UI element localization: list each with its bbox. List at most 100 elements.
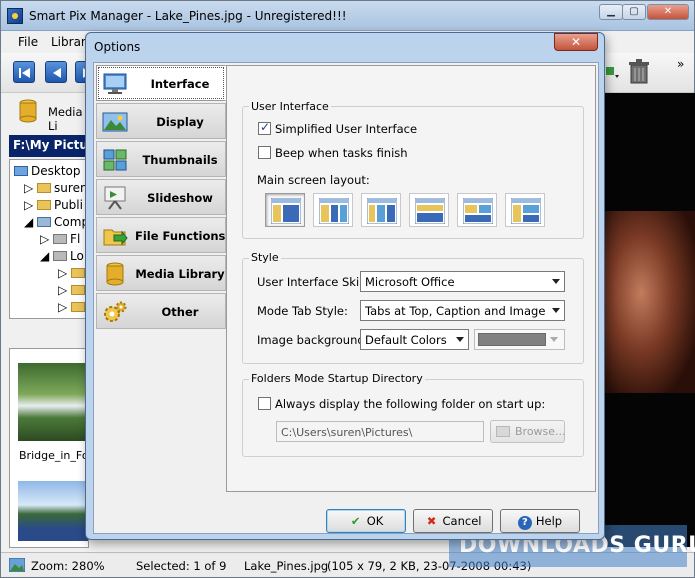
landscape-icon bbox=[102, 112, 128, 132]
folder-icon bbox=[496, 426, 510, 437]
background-color-select bbox=[474, 329, 565, 350]
folder-icon bbox=[71, 302, 86, 312]
startup-folder-input[interactable]: C:\Users\suren\Pictures\ bbox=[276, 421, 484, 442]
dialog-title: Options bbox=[94, 40, 141, 54]
chevron-down-icon bbox=[456, 337, 464, 342]
style-group: Style User Interface Skin: Microsoft Off… bbox=[242, 251, 584, 364]
media-library-row[interactable]: Media Li bbox=[9, 93, 89, 133]
layout-2-icon bbox=[319, 198, 349, 224]
tree-item-desktop[interactable]: Desktop bbox=[14, 164, 81, 178]
previous-button[interactable] bbox=[45, 61, 67, 83]
layout-option-2[interactable] bbox=[313, 193, 353, 227]
tree-item-subfolder[interactable]: ▷ bbox=[58, 300, 88, 314]
folders-title: Folders Mode Startup Directory bbox=[249, 372, 425, 385]
layout-6-icon bbox=[511, 198, 541, 224]
media-library-label: Media Li bbox=[48, 105, 83, 133]
tab-file-functions[interactable]: File Functions bbox=[96, 217, 226, 253]
thumbnail-image[interactable] bbox=[18, 363, 88, 441]
first-button[interactable] bbox=[13, 61, 35, 83]
tree-item-subfolder[interactable]: ▷ bbox=[58, 266, 88, 280]
tree-item-subfolder[interactable]: ▷ bbox=[58, 283, 88, 297]
folder-icon bbox=[71, 268, 86, 278]
folder-icon bbox=[37, 200, 52, 210]
previous-icon bbox=[53, 68, 61, 78]
layout-option-1[interactable] bbox=[265, 193, 305, 227]
background-select[interactable]: Default Colors bbox=[360, 329, 469, 350]
zoom-status: Zoom: 280% bbox=[31, 559, 105, 573]
file-name-status: Lake_Pines.jpg bbox=[244, 559, 329, 573]
drive-icon bbox=[53, 234, 68, 244]
toolbar-overflow-icon[interactable]: » bbox=[677, 57, 684, 71]
folder-arrow-icon bbox=[103, 229, 128, 246]
cross-icon: ✖ bbox=[426, 514, 437, 528]
tab-thumbnails[interactable]: Thumbnails bbox=[96, 141, 226, 177]
simplified-ui-checkbox[interactable] bbox=[258, 120, 271, 135]
layout-option-6[interactable] bbox=[505, 193, 545, 227]
layout-label: Main screen layout: bbox=[257, 173, 370, 187]
folder-icon bbox=[71, 285, 86, 295]
tab-style-select[interactable]: Tabs at Top, Caption and Image bbox=[360, 300, 565, 321]
help-button[interactable]: ? Help bbox=[500, 509, 580, 533]
chevron-down-icon bbox=[552, 279, 560, 284]
tab-media-library[interactable]: Media Library bbox=[96, 255, 226, 291]
tree-item-local[interactable]: ◢ Lo bbox=[40, 249, 84, 263]
tree-item-floppy[interactable]: ▷ Fl bbox=[40, 232, 80, 246]
layout-option-5[interactable] bbox=[457, 193, 497, 227]
drive-icon bbox=[53, 251, 68, 261]
trash-icon[interactable] bbox=[627, 59, 651, 85]
thumbnail-caption: Bridge_in_For bbox=[19, 449, 89, 462]
computer-icon bbox=[37, 217, 52, 227]
layout-option-4[interactable] bbox=[409, 193, 449, 227]
tab-display[interactable]: Display bbox=[96, 103, 226, 139]
color-swatch bbox=[478, 333, 546, 346]
database-icon bbox=[19, 99, 37, 123]
window-title: Smart Pix Manager - Lake_Pines.jpg - Unr… bbox=[29, 9, 347, 23]
desktop-icon bbox=[14, 166, 28, 176]
left-panel: Media Li F:\My Pictures Desktop ▷ suren … bbox=[9, 93, 89, 548]
cancel-button[interactable]: ✖ Cancel bbox=[413, 509, 493, 533]
current-path: F:\My Pictures bbox=[9, 135, 89, 157]
photo-preview bbox=[605, 211, 695, 393]
tab-other[interactable]: Other bbox=[96, 293, 226, 329]
layout-3-icon bbox=[367, 198, 397, 224]
minimize-button[interactable]: ▁ bbox=[599, 4, 623, 20]
always-display-checkbox[interactable] bbox=[258, 397, 271, 410]
tab-slideshow[interactable]: Slideshow bbox=[96, 179, 226, 215]
chevron-down-icon bbox=[552, 308, 560, 313]
tab-interface[interactable]: Interface bbox=[96, 65, 226, 101]
maximize-button[interactable]: ▢ bbox=[622, 4, 646, 20]
monitor-icon bbox=[103, 73, 127, 94]
layout-1-icon bbox=[271, 198, 301, 224]
tab-style-label: Mode Tab Style: bbox=[257, 304, 348, 318]
browse-button[interactable]: Browse... bbox=[490, 420, 566, 443]
dialog-body: Interface Display Thumbnails Slideshow F… bbox=[93, 62, 599, 534]
thumbnail-strip[interactable]: Bridge_in_For bbox=[9, 348, 89, 548]
beep-checkbox[interactable] bbox=[258, 146, 271, 159]
layout-5-icon bbox=[463, 198, 493, 224]
background-label: Image background: bbox=[257, 333, 369, 347]
help-icon: ? bbox=[517, 516, 532, 530]
layout-option-3[interactable] bbox=[361, 193, 401, 227]
options-nav: Interface Display Thumbnails Slideshow F… bbox=[96, 65, 226, 525]
always-display-label: Always display the following folder on s… bbox=[275, 397, 546, 411]
check-icon: ✔ bbox=[350, 514, 361, 528]
thumbnail-image[interactable] bbox=[18, 481, 88, 541]
tree-item-suren[interactable]: ▷ suren bbox=[24, 181, 88, 195]
tool-dropdown-icon[interactable] bbox=[605, 63, 619, 83]
menu-file[interactable]: File bbox=[18, 35, 38, 49]
tree-item-computer[interactable]: ◢ Comp bbox=[24, 215, 88, 229]
ok-button[interactable]: ✔ OK bbox=[326, 509, 406, 533]
options-content: User Interface Simplified User Interface… bbox=[226, 65, 596, 492]
gears-icon bbox=[104, 301, 127, 322]
skin-select[interactable]: Microsoft Office bbox=[360, 271, 565, 292]
skin-label: User Interface Skin: bbox=[257, 275, 371, 289]
window-close-button[interactable]: ✕ bbox=[647, 4, 689, 20]
tree-item-public[interactable]: ▷ Publi bbox=[24, 198, 83, 212]
dialog-close-button[interactable]: ✕ bbox=[554, 33, 598, 51]
simplified-ui-label: Simplified User Interface bbox=[275, 122, 418, 136]
beep-label: Beep when tasks finish bbox=[275, 146, 408, 160]
user-interface-title: User Interface bbox=[249, 100, 331, 113]
folder-tree[interactable]: Desktop ▷ suren ▷ Publi ◢ Comp ▷ Fl ◢ Lo… bbox=[9, 159, 89, 319]
image-viewer[interactable] bbox=[605, 93, 695, 547]
chevron-down-icon bbox=[550, 337, 558, 342]
